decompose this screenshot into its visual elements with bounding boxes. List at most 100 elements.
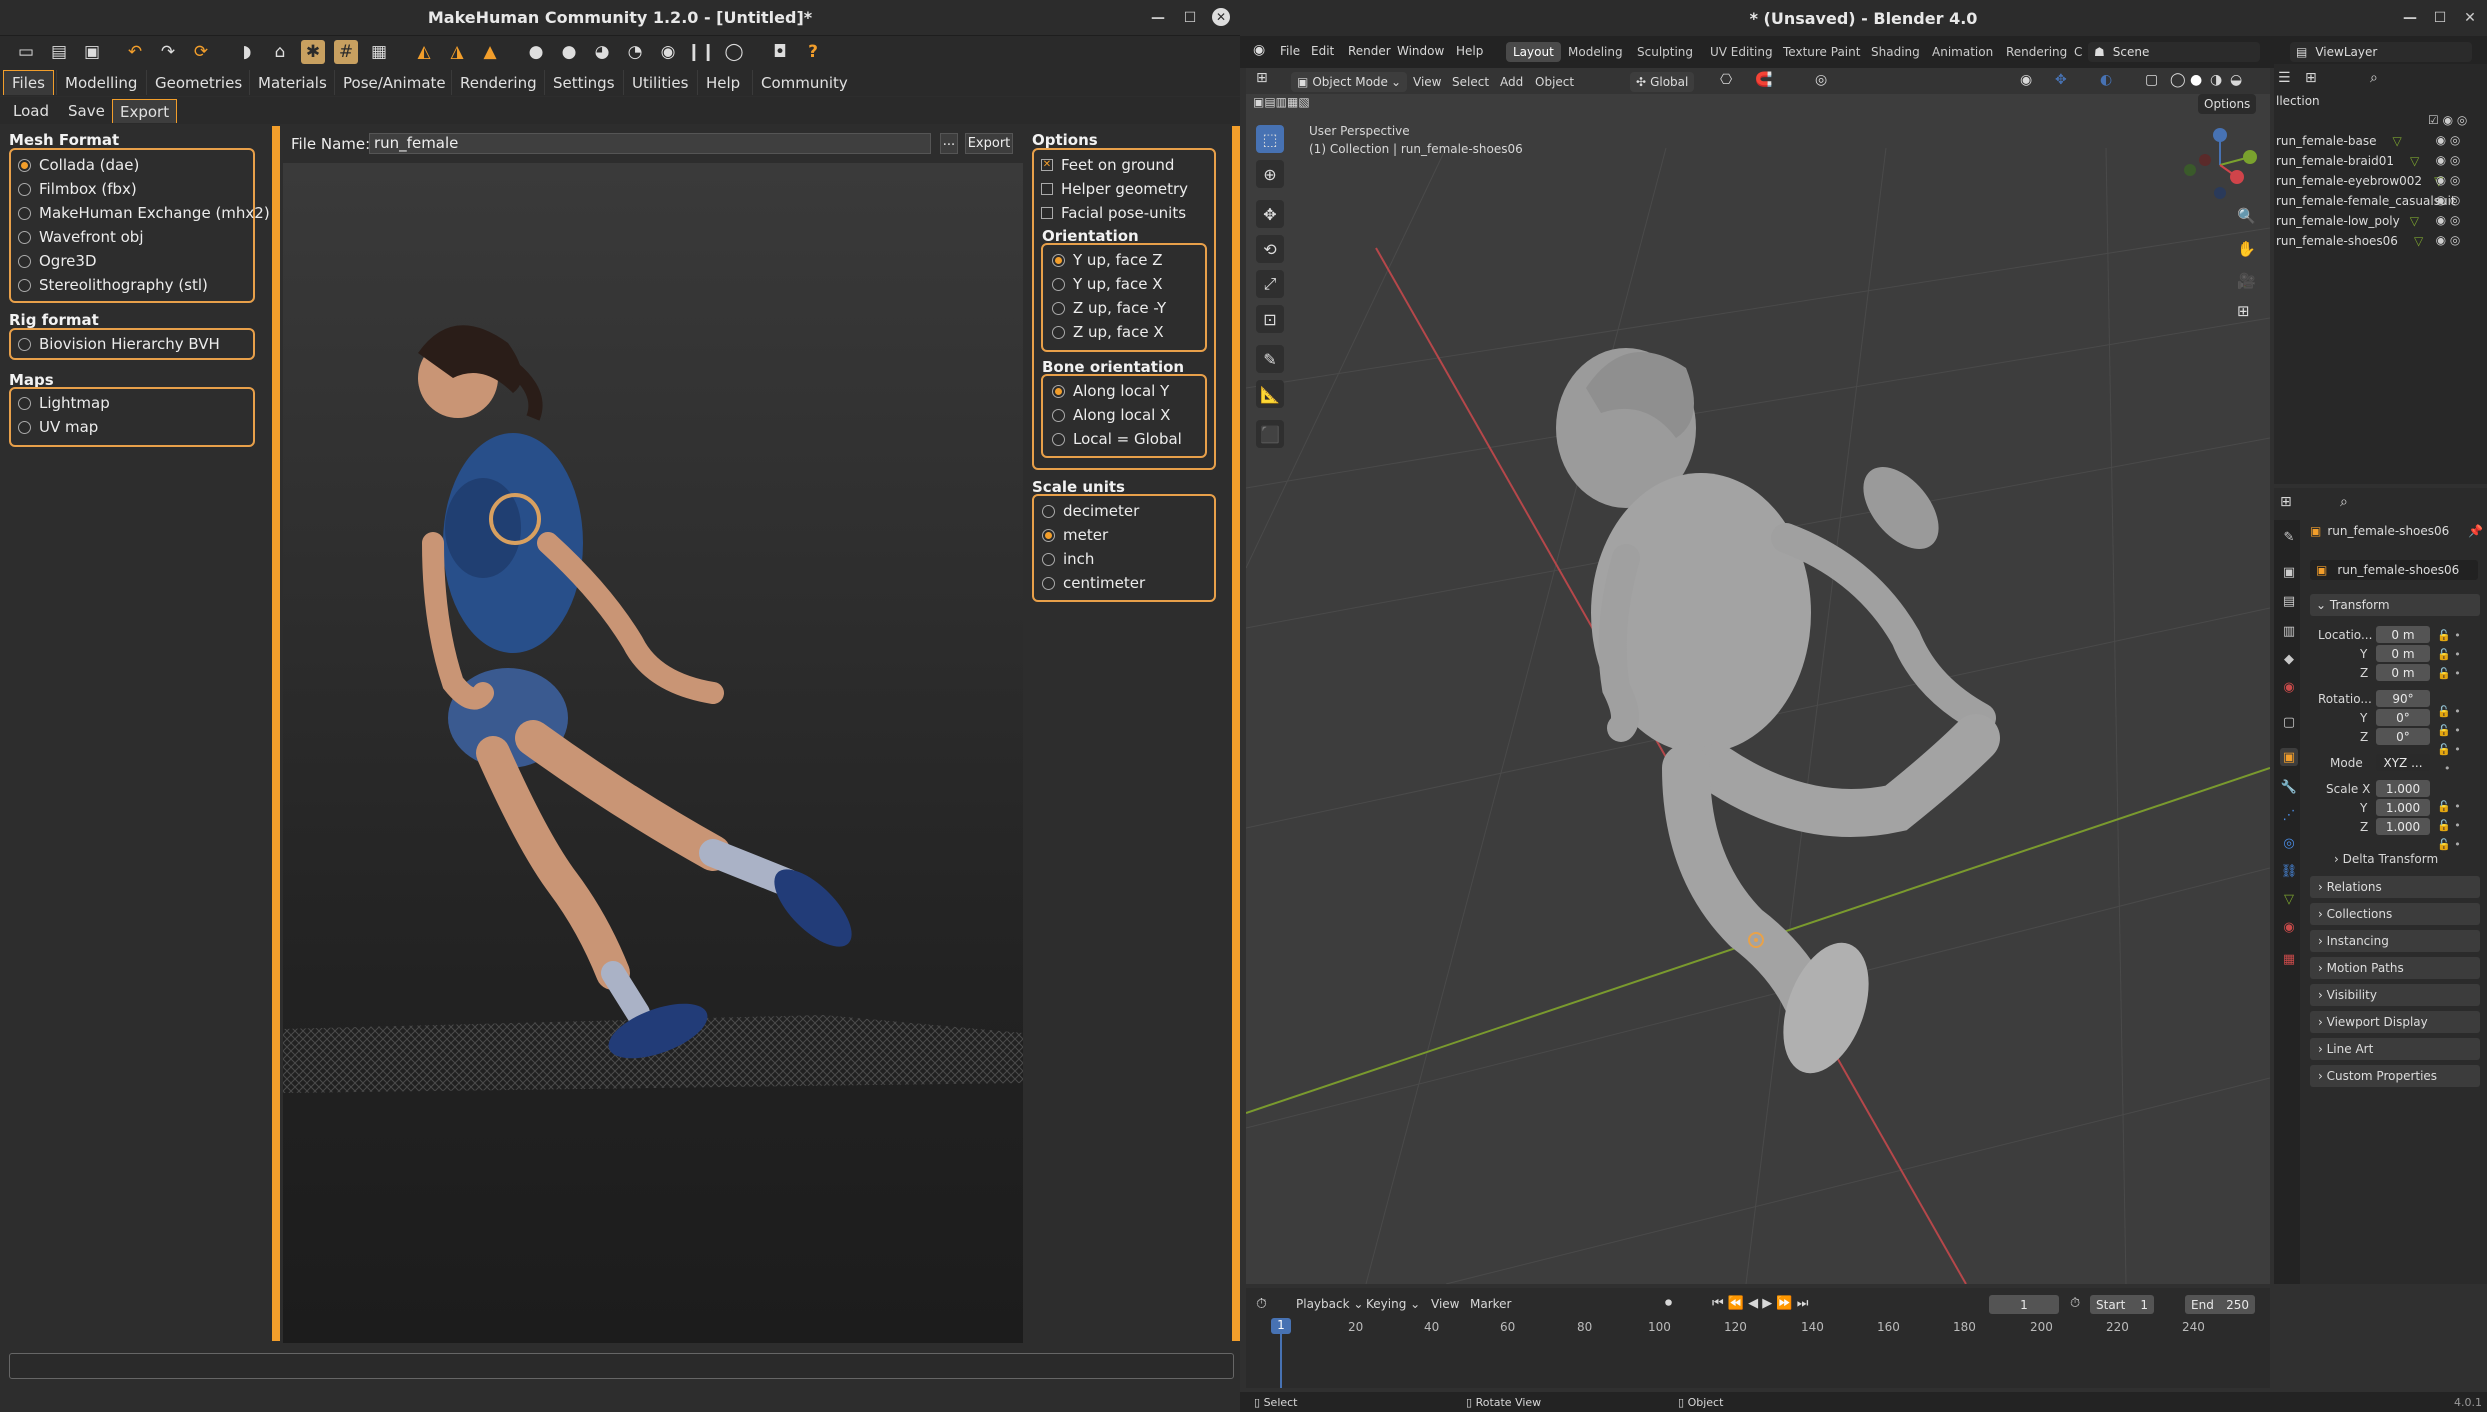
- particles-tab-icon[interactable]: ⋰: [2280, 806, 2298, 824]
- rendered-shading-icon[interactable]: ◒: [2230, 72, 2242, 88]
- makehuman-viewport[interactable]: [283, 163, 1023, 1343]
- reset-camera-icon[interactable]: ◯: [722, 40, 746, 64]
- snap-icon[interactable]: 🧲: [1755, 72, 1772, 88]
- xray-icon[interactable]: ▢: [2145, 72, 2158, 88]
- mesh-format-obj[interactable]: Wavefront obj: [18, 228, 144, 246]
- export-button[interactable]: Export: [965, 133, 1013, 154]
- new-icon[interactable]: ▭: [14, 40, 38, 64]
- material-tab-icon[interactable]: ◉: [2280, 918, 2298, 936]
- workspace-sculpting[interactable]: Sculpting: [1630, 42, 1700, 62]
- output-tab-icon[interactable]: ▤: [2280, 592, 2298, 610]
- solid-shading-icon[interactable]: ●: [2190, 72, 2202, 88]
- mesh-format-fbx[interactable]: Filmbox (fbx): [18, 180, 137, 198]
- tab-geometries[interactable]: Geometries: [146, 70, 250, 95]
- map-lightmap[interactable]: Lightmap: [18, 394, 110, 412]
- select-mode-icons[interactable]: ▣▤▥▦▧: [1253, 95, 1310, 109]
- viewport-display-panel[interactable]: › Viewport Display: [2310, 1011, 2480, 1033]
- location-x-field[interactable]: 0 m: [2376, 626, 2430, 643]
- outliner-collection[interactable]: llection: [2276, 94, 2320, 108]
- workspace-shading[interactable]: Shading: [1864, 42, 1927, 62]
- workspace-texture-paint[interactable]: Texture Paint: [1776, 42, 1867, 62]
- top-view-icon[interactable]: ◉: [656, 40, 680, 64]
- blender-3d-viewport[interactable]: [1246, 68, 2270, 1284]
- minimize-icon[interactable]: —: [1148, 8, 1168, 28]
- bone-local-global[interactable]: Local = Global: [1052, 430, 1182, 448]
- left-view-icon[interactable]: ◕: [590, 40, 614, 64]
- scale-icon[interactable]: ⤢: [1256, 270, 1284, 298]
- navigation-gizmo[interactable]: [2180, 125, 2260, 205]
- move-icon[interactable]: ✥: [1256, 200, 1284, 228]
- editor-type-icon[interactable]: ⊞: [1256, 70, 1268, 86]
- viewport-menu-select[interactable]: Select: [1452, 75, 1489, 89]
- right-splitter[interactable]: [1232, 126, 1240, 1341]
- reset-icon[interactable]: ⟳: [189, 40, 213, 64]
- custom-properties-panel[interactable]: › Custom Properties: [2310, 1065, 2480, 1087]
- close-icon[interactable]: ✕: [2460, 8, 2480, 28]
- collection-tab-icon[interactable]: ▢: [2280, 713, 2298, 731]
- symmetry-left-icon[interactable]: ◮: [445, 40, 469, 64]
- smooth-icon[interactable]: ◗: [235, 40, 259, 64]
- mesh-format-mhx2[interactable]: MakeHuman Exchange (mhx2): [18, 204, 270, 222]
- subtab-export[interactable]: Export: [112, 99, 178, 123]
- viewport-menu-object[interactable]: Object: [1535, 75, 1574, 89]
- bottom-view-icon[interactable]: ❙❙: [687, 40, 716, 64]
- constraints-tab-icon[interactable]: ⛓: [2280, 862, 2298, 880]
- mode-selector[interactable]: ▣ Object Mode ⌄: [1291, 72, 1407, 92]
- scale-meter[interactable]: meter: [1042, 526, 1108, 544]
- scale-z-field[interactable]: 1.000: [2376, 818, 2430, 835]
- tab-utilities[interactable]: Utilities: [623, 70, 696, 95]
- overlay-icon[interactable]: ◐: [2100, 72, 2112, 88]
- timeline-menu-marker[interactable]: Marker: [1470, 1297, 1511, 1311]
- option-helper-geometry[interactable]: Helper geometry: [1041, 180, 1188, 198]
- current-frame-field[interactable]: 1: [1989, 1295, 2059, 1314]
- viewport-menu-view[interactable]: View: [1413, 75, 1441, 89]
- menu-file[interactable]: File: [1280, 44, 1300, 58]
- tab-files[interactable]: Files: [3, 70, 54, 95]
- scene-selector[interactable]: ☗ Scene: [2088, 42, 2260, 62]
- modifier-tab-icon[interactable]: 🔧: [2280, 778, 2298, 796]
- object-name-field[interactable]: ▣ run_female-shoes06: [2310, 560, 2478, 580]
- visibility-icon[interactable]: ◉: [2020, 72, 2032, 88]
- properties-editor-icon[interactable]: ⊞: [2280, 494, 2292, 510]
- timeline-menu-view[interactable]: View: [1431, 1297, 1459, 1311]
- scale-y-field[interactable]: 1.000: [2376, 799, 2430, 816]
- menu-render[interactable]: Render: [1348, 44, 1391, 58]
- pivot-icon[interactable]: ⎔: [1720, 72, 1732, 88]
- pan-hand-icon[interactable]: ✋: [2237, 240, 2256, 258]
- playhead-frame[interactable]: 1: [1271, 1318, 1291, 1334]
- menu-help[interactable]: Help: [1456, 44, 1483, 58]
- blender-logo-icon[interactable]: ◉: [1253, 42, 1265, 58]
- workspace-more[interactable]: C: [2067, 42, 2089, 62]
- browse-button[interactable]: ...: [940, 133, 958, 154]
- minimize-icon[interactable]: —: [2400, 8, 2420, 28]
- transform-icon[interactable]: ⊡: [1256, 305, 1284, 333]
- tab-community[interactable]: Community: [752, 70, 856, 95]
- workspace-uv-editing[interactable]: UV Editing: [1703, 42, 1780, 62]
- location-y-field[interactable]: 0 m: [2376, 645, 2430, 662]
- viewport-menu-add[interactable]: Add: [1500, 75, 1523, 89]
- outliner-search-icon[interactable]: ⌕: [2370, 70, 2378, 86]
- proportional-edit-icon[interactable]: ◎: [1815, 72, 1827, 88]
- scale-inch[interactable]: inch: [1042, 550, 1094, 568]
- help-icon[interactable]: ?: [801, 40, 825, 64]
- symmetry-right-icon[interactable]: ◭: [412, 40, 436, 64]
- zoom-icon[interactable]: 🔍: [2237, 207, 2256, 225]
- timeline-menu-keying[interactable]: Keying ⌄: [1366, 1297, 1420, 1311]
- wireframe-icon[interactable]: ⌂: [268, 40, 292, 64]
- view-layer-selector[interactable]: ▤ ViewLayer: [2290, 42, 2472, 62]
- option-feet-on-ground[interactable]: ✕ Feet on ground: [1041, 156, 1174, 174]
- grid-icon[interactable]: #: [334, 40, 358, 64]
- tab-pose-animate[interactable]: Pose/Animate: [334, 70, 454, 95]
- start-frame-field[interactable]: Start 1: [2090, 1295, 2154, 1314]
- tool-tab-icon[interactable]: ✎: [2280, 528, 2298, 546]
- scale-decimeter[interactable]: decimeter: [1042, 502, 1139, 520]
- rotation-z-field[interactable]: 0°: [2376, 728, 2430, 745]
- tab-rendering[interactable]: Rendering: [451, 70, 545, 95]
- add-cube-icon[interactable]: ⬛: [1256, 420, 1284, 448]
- collections-panel[interactable]: › Collections: [2310, 903, 2480, 925]
- redo-icon[interactable]: ↷: [156, 40, 180, 64]
- timeline-editor-icon[interactable]: ⏱: [1256, 1296, 1267, 1312]
- left-splitter[interactable]: [272, 126, 280, 1341]
- map-uv[interactable]: UV map: [18, 418, 98, 436]
- orientation-y-up-face-x[interactable]: Y up, face X: [1052, 275, 1163, 293]
